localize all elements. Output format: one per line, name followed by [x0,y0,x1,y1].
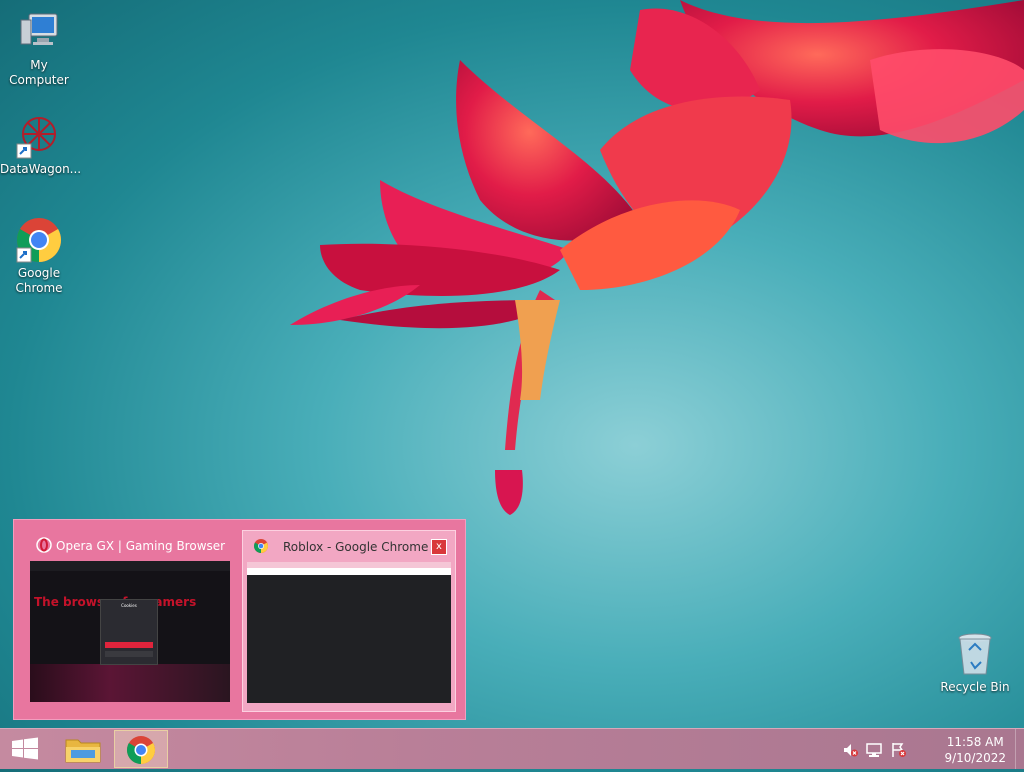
preview-chrome-title: Roblox - Google Chrome [283,540,429,554]
opera-cookie-dialog: Cookies [100,599,158,665]
opera-footer-art [30,664,230,702]
opera-dialog-reject [105,651,153,657]
preview-opera-header: Opera GX | Gaming Browser | O... [32,537,228,555]
taskbar-google-chrome[interactable] [114,730,168,768]
clock-time: 11:58 AM [946,735,1004,749]
datawagon-shortcut[interactable]: DataWagon... [0,112,82,177]
chrome-toolbar [247,568,451,575]
preview-chrome-image[interactable] [247,562,451,703]
my-computer-shortcut[interactable]: My Computer [0,8,78,88]
datawagon-label: DataWagon... [0,162,82,176]
recycle-bin-shortcut[interactable]: Recycle Bin [935,630,1015,695]
recycle-bin-label: Recycle Bin [940,680,1010,694]
taskbar-thumbnail-preview: Opera GX | Gaming Browser | O... The bro… [13,519,466,720]
start-button[interactable] [0,729,50,769]
system-tray: 11:58 AM 9/10/2022 [834,729,1024,769]
windows-logo-icon [12,737,38,760]
preview-opera-image[interactable]: The browser for gamers Cookies [30,561,230,702]
opera-icon [36,537,52,553]
folder-icon [65,739,101,763]
preview-opera-window[interactable]: Opera GX | Gaming Browser | O... The bro… [26,530,234,710]
google-chrome-label: Google Chrome [15,266,63,295]
chrome-icon [254,539,268,553]
taskbar-file-explorer[interactable] [56,730,110,768]
my-computer-label: My Computer [9,58,69,87]
show-desktop-button[interactable] [1015,729,1024,769]
recycle-bin-icon [951,630,999,678]
opera-dialog-title: Cookies [121,603,137,608]
google-chrome-shortcut[interactable]: Google Chrome [0,216,78,296]
computer-icon [15,8,63,56]
network-icon[interactable] [866,742,882,758]
preview-chrome-window[interactable]: Roblox - Google Chrome x [242,530,456,712]
speaker-muted-icon[interactable] [842,742,858,758]
opera-dialog-accept [105,642,153,648]
datawagon-icon [15,112,63,160]
chrome-icon [15,216,63,264]
preview-opera-title: Opera GX | Gaming Browser | O... [56,539,228,553]
action-center-flag-icon[interactable] [890,742,906,758]
preview-chrome-header: Roblox - Google Chrome x [249,538,449,556]
opera-tabbar [30,561,230,571]
preview-close-button[interactable]: x [431,539,447,555]
clock-date: 9/10/2022 [944,751,1006,765]
system-clock[interactable]: 11:58 AM 9/10/2022 [944,734,1006,766]
desktop: My Computer DataWagon... Google Chrome R… [0,0,1024,728]
taskbar: 11:58 AM 9/10/2022 [0,728,1024,769]
chrome-icon [127,736,155,764]
